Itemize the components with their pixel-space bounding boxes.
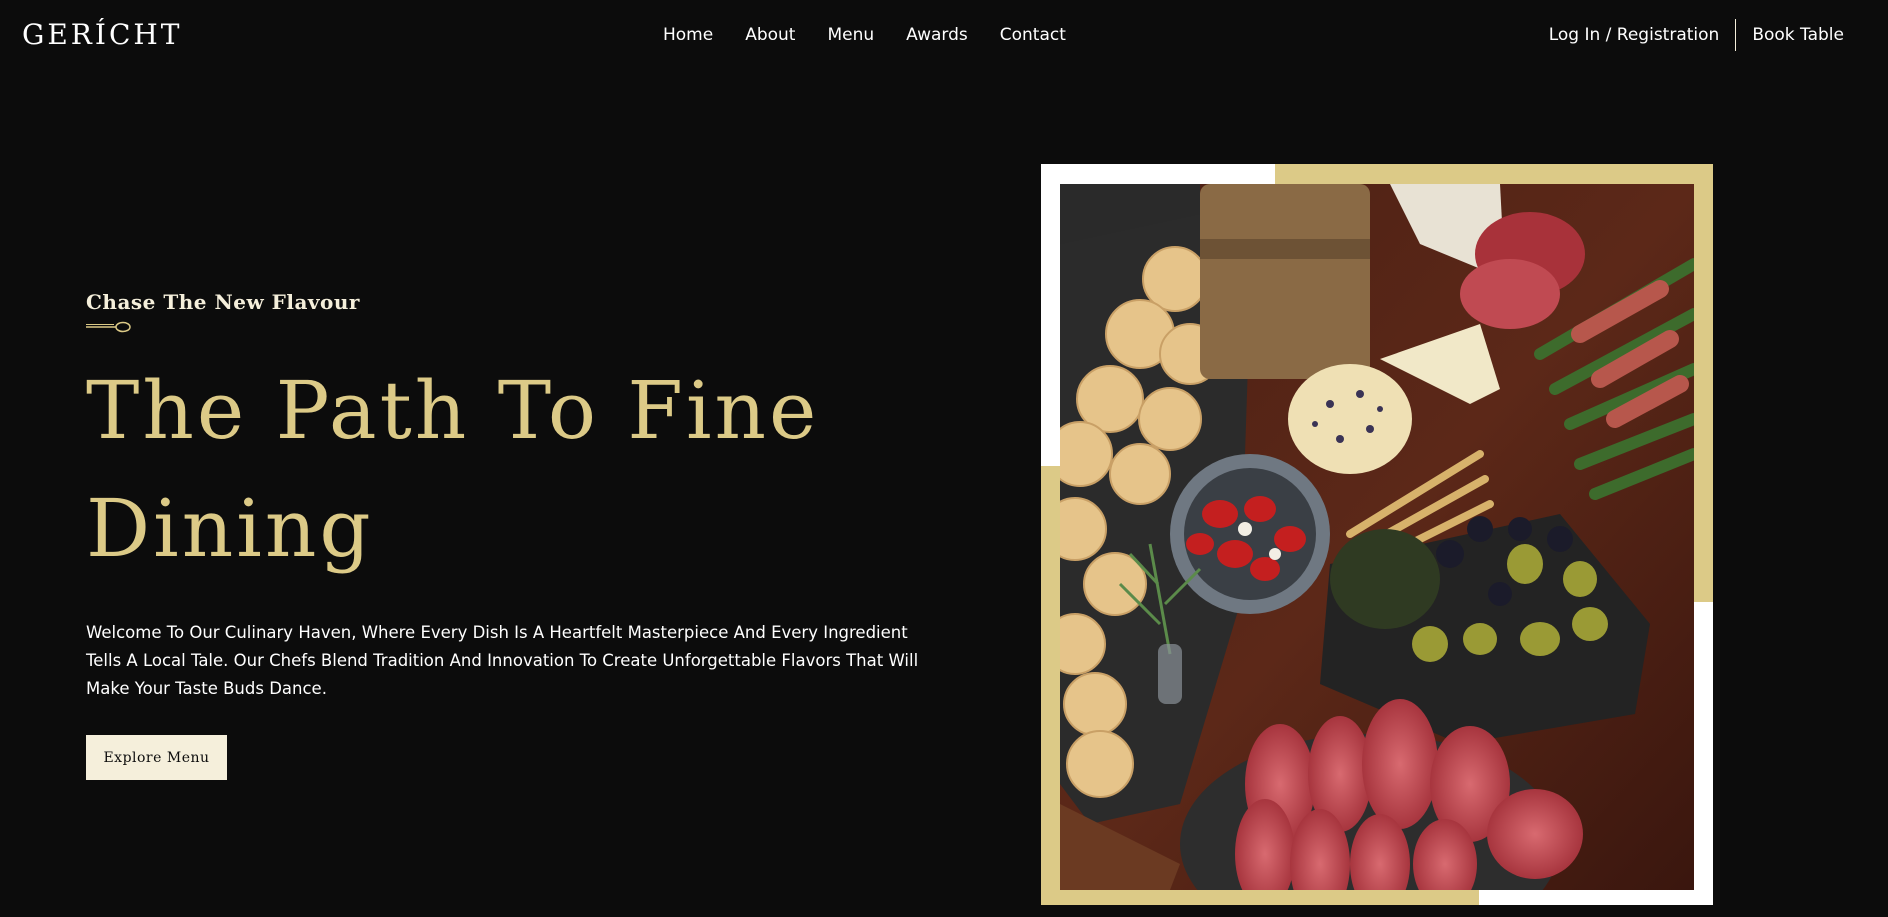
nav-actions: Log In / Registration Book Table: [1549, 19, 1844, 51]
hero-headline: The Path To Fine Dining: [86, 364, 820, 575]
hero-description: Welcome To Our Culinary Haven, Where Eve…: [86, 623, 919, 698]
hero-subtitle: Chase The New Flavour: [86, 290, 360, 314]
nav-link-about[interactable]: About: [745, 24, 795, 46]
login-link[interactable]: Log In / Registration: [1549, 24, 1720, 46]
explore-menu-button[interactable]: Explore Menu: [86, 735, 227, 780]
spoon-icon: [86, 321, 131, 333]
main-nav: Home About Menu Awards Contact: [663, 24, 1066, 46]
nav-link-menu[interactable]: Menu: [827, 24, 874, 46]
hero-image-frame: [1041, 164, 1713, 905]
nav-divider: [1735, 19, 1737, 51]
nav-link-awards[interactable]: Awards: [906, 24, 968, 46]
charcuterie-board-image: [1060, 184, 1694, 890]
logo[interactable]: GERÍCHT: [22, 18, 182, 52]
nav-link-home[interactable]: Home: [663, 24, 713, 46]
book-table-link[interactable]: Book Table: [1752, 24, 1844, 46]
page: GERÍCHT Home About Menu Awards Contact L…: [0, 0, 1888, 917]
nav-link-contact[interactable]: Contact: [1000, 24, 1066, 46]
charcuterie-illustration: [1060, 184, 1694, 890]
